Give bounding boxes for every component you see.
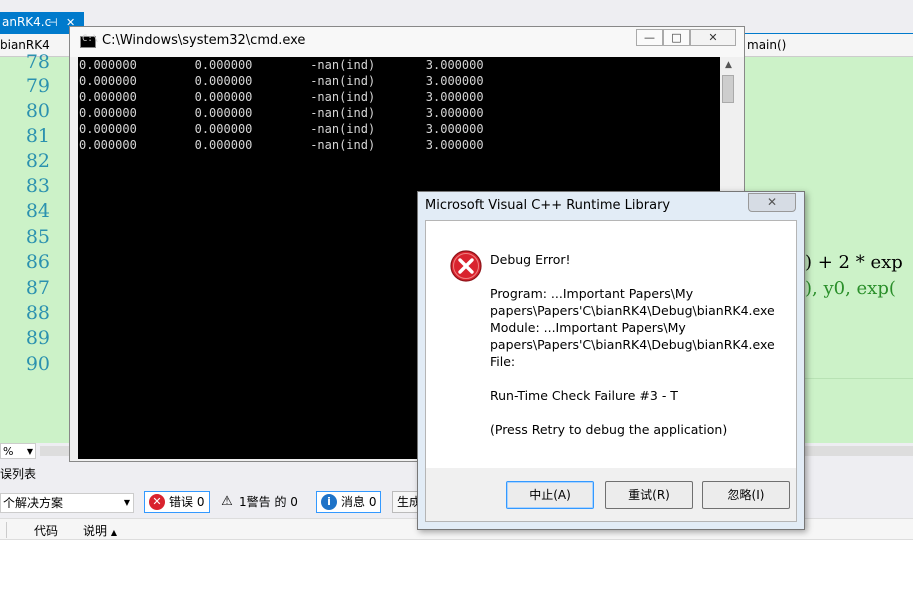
console-line: 0.000000 0.000000 -nan(ind) 3.000000 (79, 58, 484, 72)
runtime-error-dialog: Microsoft Visual C++ Runtime Library ✕ D… (417, 191, 805, 530)
console-line: 0.000000 0.000000 -nan(ind) 3.000000 (79, 106, 484, 120)
code-line-87: ), y0, exp( (805, 278, 896, 299)
dialog-title: Microsoft Visual C++ Runtime Library (425, 198, 671, 213)
line-number: 87 (25, 277, 50, 299)
console-icon: C:\ (80, 34, 98, 48)
dialog-message-area: Debug Error! Program: ...Important Paper… (426, 221, 796, 468)
close-button[interactable]: ✕ (690, 29, 736, 46)
warning-icon: ⚠ (221, 494, 233, 509)
chevron-down-icon: ▼ (26, 447, 33, 456)
info-icon: i (321, 494, 337, 510)
retry-hint: (Press Retry to debug the application) (490, 422, 728, 437)
console-line: 0.000000 0.000000 -nan(ind) 3.000000 (79, 74, 484, 88)
line-number: 86 (25, 251, 50, 273)
dialog-close-button[interactable]: ✕ (748, 193, 796, 212)
line-number: 84 (25, 200, 50, 222)
cmd-title-bar[interactable]: C:\ C:\Windows\system32\cmd.exe — □ ✕ (70, 27, 744, 57)
line-number: 78 (25, 51, 50, 73)
dialog-body: Debug Error! Program: ...Important Paper… (425, 220, 797, 522)
line-number: 82 (25, 150, 50, 172)
cmd-title: C:\Windows\system32\cmd.exe (102, 33, 306, 48)
errors-filter-button[interactable]: ✕ 错误 0 (144, 491, 210, 513)
line-number: 81 (25, 125, 50, 147)
chevron-down-icon: ▼ (123, 498, 130, 507)
module-path-line2: papers\Papers'C\bianRK4\Debug\bianRK4.ex… (490, 337, 775, 352)
column-description[interactable]: 说明 ▲ (83, 522, 117, 539)
scrollbar-thumb[interactable] (722, 75, 734, 103)
scope-value: 个解决方案 (3, 496, 64, 510)
sort-up-icon: ▲ (110, 528, 117, 537)
line-number: 90 (25, 353, 50, 375)
abort-button[interactable]: 中止(A) (506, 481, 594, 509)
pin-icon[interactable]: ⊣ (48, 12, 58, 33)
error-list-body (0, 540, 913, 599)
line-number: 79 (25, 75, 50, 97)
console-line: 0.000000 0.000000 -nan(ind) 3.000000 (79, 122, 484, 136)
divider (6, 522, 7, 538)
line-number: 89 (25, 327, 50, 349)
tab-label: anRK4.c (2, 15, 52, 29)
minimize-button[interactable]: — (636, 29, 663, 46)
function-dropdown[interactable]: main() (747, 38, 786, 52)
maximize-button[interactable]: □ (663, 29, 690, 46)
ignore-button[interactable]: 忽略(I) (702, 481, 790, 509)
code-line-86: ) + 2 * exp (805, 252, 903, 273)
messages-filter-button[interactable]: i 消息 0 (316, 491, 381, 513)
warnings-count: 1警告 的 0 (239, 495, 298, 509)
line-number: 85 (25, 226, 50, 248)
file-label: File: (490, 354, 516, 369)
line-number: 83 (25, 175, 50, 197)
error-message: Run-Time Check Failure #3 - T (490, 388, 678, 403)
error-heading: Debug Error! (490, 252, 571, 267)
project-dropdown[interactable]: bianRK4 (0, 38, 50, 52)
messages-count: 消息 0 (341, 495, 377, 509)
scope-dropdown[interactable]: 个解决方案 ▼ (0, 493, 134, 513)
module-path-line1: Module: ...Important Papers\My (490, 320, 686, 335)
error-icon (450, 250, 482, 282)
zoom-value: % (3, 445, 14, 458)
console-line: 0.000000 0.000000 -nan(ind) 3.000000 (79, 90, 484, 104)
errors-count: 错误 0 (169, 495, 205, 509)
column-description-label: 说明 (83, 524, 108, 538)
retry-button[interactable]: 重试(R) (605, 481, 693, 509)
program-path-line2: papers\Papers'C\bianRK4\Debug\bianRK4.ex… (490, 303, 775, 318)
program-path-line1: Program: ...Important Papers\My (490, 286, 694, 301)
line-number: 80 (25, 100, 50, 122)
zoom-dropdown[interactable]: % ▼ (0, 443, 36, 459)
console-line: 0.000000 0.000000 -nan(ind) 3.000000 (79, 138, 484, 152)
error-icon: ✕ (149, 494, 165, 510)
warnings-filter-button[interactable]: ⚠ 1警告 的 0 (214, 491, 312, 513)
scroll-up-icon[interactable]: ▲ (720, 57, 737, 74)
column-code[interactable]: 代码 (34, 522, 58, 539)
line-number: 88 (25, 302, 50, 324)
